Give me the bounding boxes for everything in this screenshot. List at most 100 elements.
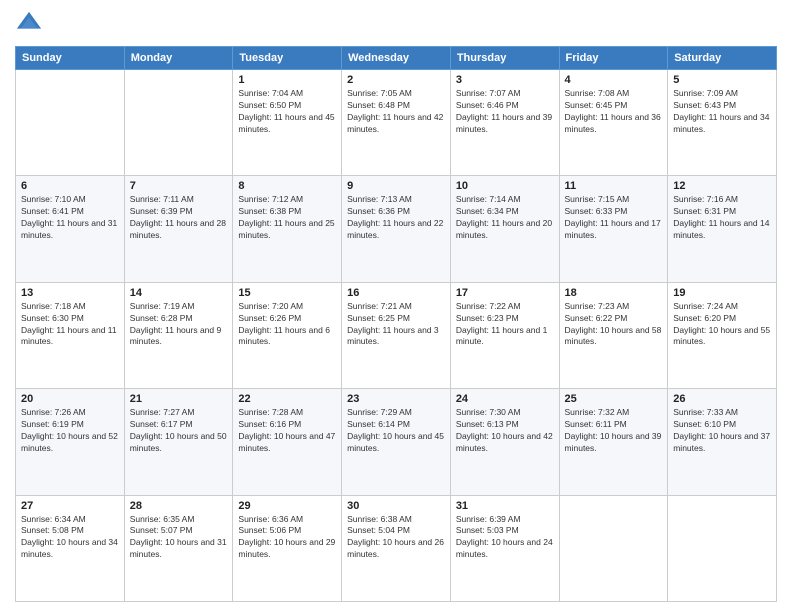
day-cell: 7 Sunrise: 7:11 AM Sunset: 6:39 PM Daylig… [124, 176, 233, 282]
day-cell: 28 Sunrise: 6:35 AM Sunset: 5:07 PM Dayli… [124, 495, 233, 601]
header [15, 10, 777, 38]
day-number: 16 [347, 287, 445, 299]
day-cell: 22Sunrise: 7:28 AM Sunset: 6:16 PM Dayli… [233, 389, 342, 495]
day-number: 29 [238, 500, 336, 512]
day-info: Sunrise: 7:07 AM Sunset: 6:46 PM Dayligh… [456, 88, 554, 136]
day-number: 23 [347, 393, 445, 405]
day-info: Sunrise: 7:11 AM Sunset: 6:39 PM Dayligh… [130, 194, 228, 242]
logo [15, 10, 47, 38]
day-cell: 21Sunrise: 7:27 AM Sunset: 6:17 PM Dayli… [124, 389, 233, 495]
day-info: Sunrise: 7:05 AM Sunset: 6:48 PM Dayligh… [347, 88, 445, 136]
week-row-4: 20Sunrise: 7:26 AM Sunset: 6:19 PM Dayli… [16, 389, 777, 495]
page: SundayMondayTuesdayWednesdayThursdayFrid… [0, 0, 792, 612]
day-cell: 18 Sunrise: 7:23 AM Sunset: 6:22 PM Dayli… [559, 282, 668, 388]
day-info: Sunrise: 7:13 AM Sunset: 6:36 PM Dayligh… [347, 194, 445, 242]
day-cell: 29 Sunrise: 6:36 AM Sunset: 5:06 PM Dayli… [233, 495, 342, 601]
day-info: Sunrise: 7:24 AM Sunset: 6:20 PM Dayligh… [673, 301, 771, 349]
day-cell: 14 Sunrise: 7:19 AM Sunset: 6:28 PM Dayli… [124, 282, 233, 388]
day-number: 8 [238, 180, 336, 192]
day-number: 3 [456, 74, 554, 86]
day-number: 25 [565, 393, 663, 405]
day-info: Sunrise: 7:32 AM Sunset: 6:11 PM Dayligh… [565, 407, 663, 455]
day-number: 9 [347, 180, 445, 192]
day-cell: 1Sunrise: 7:04 AM Sunset: 6:50 PM Daylig… [233, 70, 342, 176]
day-info: Sunrise: 7:18 AM Sunset: 6:30 PM Dayligh… [21, 301, 119, 349]
day-number: 24 [456, 393, 554, 405]
day-info: Sunrise: 7:28 AM Sunset: 6:16 PM Dayligh… [238, 407, 336, 455]
day-info: Sunrise: 7:20 AM Sunset: 6:26 PM Dayligh… [238, 301, 336, 349]
day-cell: 13 Sunrise: 7:18 AM Sunset: 6:30 PM Dayli… [16, 282, 125, 388]
day-cell [124, 70, 233, 176]
day-number: 19 [673, 287, 771, 299]
day-info: Sunrise: 6:35 AM Sunset: 5:07 PM Dayligh… [130, 514, 228, 562]
day-cell [668, 495, 777, 601]
day-cell: 23 Sunrise: 7:29 AM Sunset: 6:14 PM Dayli… [342, 389, 451, 495]
day-info: Sunrise: 7:23 AM Sunset: 6:22 PM Dayligh… [565, 301, 663, 349]
header-row: SundayMondayTuesdayWednesdayThursdayFrid… [16, 47, 777, 70]
day-cell: 9 Sunrise: 7:13 AM Sunset: 6:36 PM Daylig… [342, 176, 451, 282]
day-cell: 10 Sunrise: 7:14 AM Sunset: 6:34 PM Dayli… [450, 176, 559, 282]
day-cell: 27Sunrise: 6:34 AM Sunset: 5:08 PM Dayli… [16, 495, 125, 601]
day-cell: 6 Sunrise: 7:10 AM Sunset: 6:41 PM Daylig… [16, 176, 125, 282]
day-number: 2 [347, 74, 445, 86]
day-cell [559, 495, 668, 601]
day-cell: 5 Sunrise: 7:09 AM Sunset: 6:43 PM Daylig… [668, 70, 777, 176]
day-info: Sunrise: 6:39 AM Sunset: 5:03 PM Dayligh… [456, 514, 554, 562]
day-number: 18 [565, 287, 663, 299]
day-number: 4 [565, 74, 663, 86]
day-cell: 25 Sunrise: 7:32 AM Sunset: 6:11 PM Dayli… [559, 389, 668, 495]
week-row-1: 1Sunrise: 7:04 AM Sunset: 6:50 PM Daylig… [16, 70, 777, 176]
day-header-sunday: Sunday [16, 47, 125, 70]
day-info: Sunrise: 7:22 AM Sunset: 6:23 PM Dayligh… [456, 301, 554, 349]
day-cell: 8 Sunrise: 7:12 AM Sunset: 6:38 PM Daylig… [233, 176, 342, 282]
day-cell: 2 Sunrise: 7:05 AM Sunset: 6:48 PM Daylig… [342, 70, 451, 176]
day-info: Sunrise: 7:10 AM Sunset: 6:41 PM Dayligh… [21, 194, 119, 242]
day-number: 10 [456, 180, 554, 192]
week-row-3: 13 Sunrise: 7:18 AM Sunset: 6:30 PM Dayli… [16, 282, 777, 388]
day-number: 26 [673, 393, 771, 405]
day-cell: 4 Sunrise: 7:08 AM Sunset: 6:45 PM Daylig… [559, 70, 668, 176]
day-header-friday: Friday [559, 47, 668, 70]
day-number: 14 [130, 287, 228, 299]
day-header-tuesday: Tuesday [233, 47, 342, 70]
day-header-saturday: Saturday [668, 47, 777, 70]
week-row-2: 6 Sunrise: 7:10 AM Sunset: 6:41 PM Daylig… [16, 176, 777, 282]
day-info: Sunrise: 7:08 AM Sunset: 6:45 PM Dayligh… [565, 88, 663, 136]
day-cell: 12Sunrise: 7:16 AM Sunset: 6:31 PM Dayli… [668, 176, 777, 282]
logo-icon [15, 10, 43, 38]
day-cell [16, 70, 125, 176]
day-info: Sunrise: 7:27 AM Sunset: 6:17 PM Dayligh… [130, 407, 228, 455]
day-info: Sunrise: 7:15 AM Sunset: 6:33 PM Dayligh… [565, 194, 663, 242]
day-cell: 11Sunrise: 7:15 AM Sunset: 6:33 PM Dayli… [559, 176, 668, 282]
day-info: Sunrise: 7:19 AM Sunset: 6:28 PM Dayligh… [130, 301, 228, 349]
day-header-wednesday: Wednesday [342, 47, 451, 70]
day-info: Sunrise: 7:21 AM Sunset: 6:25 PM Dayligh… [347, 301, 445, 349]
day-info: Sunrise: 7:16 AM Sunset: 6:31 PM Dayligh… [673, 194, 771, 242]
day-info: Sunrise: 7:29 AM Sunset: 6:14 PM Dayligh… [347, 407, 445, 455]
day-cell: 24Sunrise: 7:30 AM Sunset: 6:13 PM Dayli… [450, 389, 559, 495]
day-number: 13 [21, 287, 119, 299]
day-cell: 26 Sunrise: 7:33 AM Sunset: 6:10 PM Dayli… [668, 389, 777, 495]
day-cell: 17 Sunrise: 7:22 AM Sunset: 6:23 PM Dayli… [450, 282, 559, 388]
day-info: Sunrise: 7:12 AM Sunset: 6:38 PM Dayligh… [238, 194, 336, 242]
day-cell: 16 Sunrise: 7:21 AM Sunset: 6:25 PM Dayli… [342, 282, 451, 388]
day-cell: 3 Sunrise: 7:07 AM Sunset: 6:46 PM Daylig… [450, 70, 559, 176]
day-number: 15 [238, 287, 336, 299]
week-row-5: 27Sunrise: 6:34 AM Sunset: 5:08 PM Dayli… [16, 495, 777, 601]
day-info: Sunrise: 7:33 AM Sunset: 6:10 PM Dayligh… [673, 407, 771, 455]
day-info: Sunrise: 7:04 AM Sunset: 6:50 PM Dayligh… [238, 88, 336, 136]
day-info: Sunrise: 7:09 AM Sunset: 6:43 PM Dayligh… [673, 88, 771, 136]
day-info: Sunrise: 6:34 AM Sunset: 5:08 PM Dayligh… [21, 514, 119, 562]
day-number: 5 [673, 74, 771, 86]
day-cell: 19 Sunrise: 7:24 AM Sunset: 6:20 PM Dayli… [668, 282, 777, 388]
day-number: 6 [21, 180, 119, 192]
day-info: Sunrise: 6:38 AM Sunset: 5:04 PM Dayligh… [347, 514, 445, 562]
day-cell: 30 Sunrise: 6:38 AM Sunset: 5:04 PM Dayli… [342, 495, 451, 601]
day-number: 31 [456, 500, 554, 512]
day-number: 7 [130, 180, 228, 192]
day-number: 30 [347, 500, 445, 512]
day-number: 28 [130, 500, 228, 512]
day-info: Sunrise: 6:36 AM Sunset: 5:06 PM Dayligh… [238, 514, 336, 562]
day-info: Sunrise: 7:14 AM Sunset: 6:34 PM Dayligh… [456, 194, 554, 242]
day-number: 17 [456, 287, 554, 299]
